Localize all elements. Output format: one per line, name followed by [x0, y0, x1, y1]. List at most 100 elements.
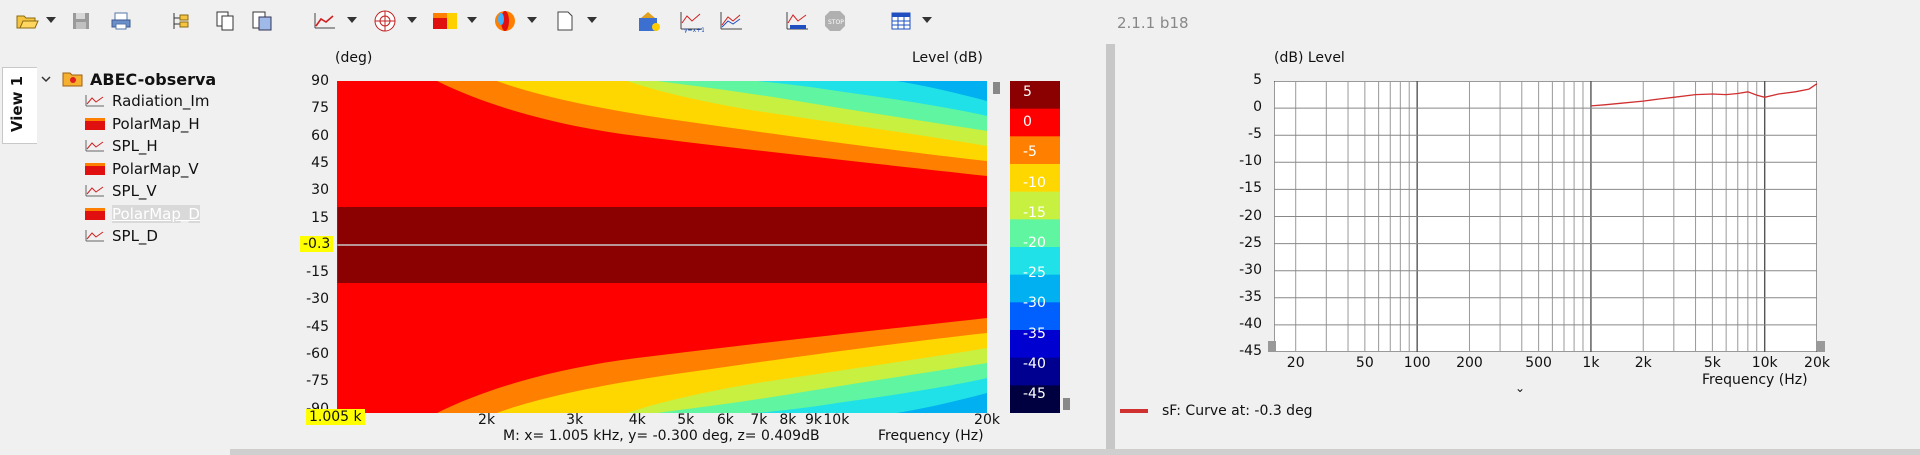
- colorbar-tick: -15: [1023, 204, 1046, 221]
- response-y-tick: -45: [1239, 343, 1262, 359]
- response-x-tick: 2k: [1634, 355, 1652, 371]
- response-x-tick: 50: [1355, 355, 1374, 371]
- colorbar-tick: 0: [1023, 114, 1032, 131]
- colorbar-tick: -10: [1023, 174, 1046, 191]
- tree-item[interactable]: PolarMap_D: [85, 203, 200, 225]
- polar-icon[interactable]: [372, 8, 398, 34]
- polar-y-tick: 75: [311, 100, 329, 117]
- response-x-tick: 20: [1286, 355, 1305, 371]
- balloon-dropdown-icon[interactable]: [527, 17, 537, 23]
- polar-x-tick: 2k: [478, 412, 496, 428]
- graph-dropdown-icon[interactable]: [347, 17, 357, 23]
- polar-y-tick: 30: [311, 182, 329, 199]
- response-left-handle[interactable]: [1268, 341, 1276, 352]
- colorbar-top-handle[interactable]: [993, 82, 1000, 94]
- colorbar-bottom-handle[interactable]: [1063, 398, 1070, 410]
- copy-icon[interactable]: [212, 8, 238, 34]
- graph-calc-icon[interactable]: [784, 8, 810, 34]
- tree-item-label: SPL_V: [112, 182, 157, 200]
- colorbar-tick: -20: [1023, 235, 1046, 251]
- colorbar-segment: [1010, 108, 1060, 137]
- print-icon[interactable]: [108, 8, 134, 34]
- polar-x-tick: 20k: [974, 412, 1000, 428]
- tree-item[interactable]: PolarMap_V: [85, 158, 199, 180]
- polar-map-panel: (deg) Level (dB) 90 75 60 45 30 15 -15 -30 -45 -6…: [290, 46, 1100, 446]
- tree-item-label: SPL_D: [112, 227, 158, 245]
- polarmap-icon[interactable]: [432, 8, 458, 34]
- polar-x-tick: 4k: [628, 412, 646, 428]
- open-icon[interactable]: [14, 8, 40, 34]
- page-dropdown-icon[interactable]: [587, 17, 597, 23]
- tree-item[interactable]: PolarMap_H: [85, 113, 200, 135]
- marker-y-value: -0.3: [300, 236, 334, 252]
- tree-root[interactable]: ABEC-observa: [40, 68, 216, 90]
- x-axis-label: Frequency (Hz): [878, 428, 984, 444]
- colorbar-tick: -5: [1023, 144, 1037, 161]
- tree-item[interactable]: Radiation_Im: [85, 90, 209, 112]
- chevron-down-icon[interactable]: [40, 73, 52, 85]
- response-y-tick: -5: [1248, 126, 1262, 143]
- svg-text:y=x+1: y=x+1: [684, 27, 704, 33]
- tab-view-1[interactable]: View 1: [2, 67, 37, 144]
- tree-root-label: ABEC-observa: [90, 69, 217, 89]
- toolbar: y=x+1 STOP 2.1.1 b18: [0, 0, 1920, 44]
- tree-item[interactable]: SPL_H: [85, 135, 158, 157]
- response-x-tick: 200: [1456, 355, 1483, 371]
- graph-icon[interactable]: [312, 8, 338, 34]
- response-graph[interactable]: [1274, 81, 1817, 352]
- panel-splitter[interactable]: [1106, 44, 1115, 455]
- tree-item[interactable]: SPL_D: [85, 225, 158, 247]
- polar-y-tick: -15: [306, 264, 329, 281]
- legend-text: sF: Curve at: -0.3 deg: [1162, 403, 1313, 419]
- page-icon[interactable]: [552, 8, 578, 34]
- horizontal-scrollbar[interactable]: [230, 449, 1920, 455]
- polar-dropdown-icon[interactable]: [407, 17, 417, 23]
- polarmap-icon: [85, 162, 105, 175]
- tree-icon[interactable]: [168, 8, 194, 34]
- copy-special-icon[interactable]: [249, 8, 275, 34]
- open-dropdown-icon[interactable]: [46, 17, 56, 23]
- polarmap-icon: [85, 207, 105, 220]
- colorbar-tick: -45: [1023, 386, 1046, 402]
- polar-x-tick: 10k: [823, 412, 850, 428]
- save-icon[interactable]: [68, 8, 94, 34]
- response-y-tick: -25: [1239, 234, 1262, 251]
- response-x-tick: 20k: [1804, 355, 1830, 371]
- svg-text:STOP: STOP: [828, 19, 844, 26]
- response-x-tick: 10k: [1751, 355, 1778, 371]
- polar-y-tick: 15: [311, 209, 329, 226]
- multi-graph-icon[interactable]: [718, 8, 744, 34]
- response-x-tick: 1k: [1582, 355, 1600, 371]
- run-icon[interactable]: [636, 8, 662, 34]
- grid-icon[interactable]: [888, 8, 914, 34]
- polarmap-dropdown-icon[interactable]: [467, 17, 477, 23]
- marker-x-value: 1.005 k: [306, 409, 365, 425]
- legend-swatch: [1120, 409, 1148, 413]
- response-x-tick: 5k: [1703, 355, 1721, 371]
- folder-icon: [62, 72, 83, 87]
- polar-y-tick: -60: [306, 346, 329, 362]
- response-y-tick: -20: [1239, 207, 1262, 224]
- response-panel: (dB) Level 5 0 -5 -10 -15 -20 -25 -30 -35 -40 -45 …: [1120, 46, 1920, 446]
- tab-view-1-label: View 1: [8, 75, 27, 133]
- graph-icon: [85, 185, 104, 197]
- colorbar-tick: -35: [1023, 325, 1046, 342]
- response-y-tick: -40: [1239, 315, 1262, 332]
- version-label: 2.1.1 b18: [1117, 14, 1189, 32]
- balloon-icon[interactable]: [492, 8, 518, 34]
- tree-item-label: PolarMap_V: [112, 159, 199, 178]
- chevron-down-icon[interactable]: ⌄: [1515, 381, 1525, 395]
- response-right-handle[interactable]: [1817, 341, 1825, 352]
- tree-item[interactable]: SPL_V: [85, 180, 157, 202]
- tree-item-label: PolarMap_H: [112, 114, 200, 133]
- colorbar-segment: [1010, 81, 1060, 110]
- polarmap-icon: [85, 117, 105, 130]
- xy-graph-icon[interactable]: y=x+1: [678, 8, 704, 34]
- polar-y-tick: 60: [311, 127, 329, 144]
- grid-dropdown-icon[interactable]: [922, 17, 932, 23]
- polar-map[interactable]: [337, 81, 987, 413]
- stop-icon[interactable]: STOP: [822, 8, 848, 34]
- tree-item-label: Radiation_Im: [112, 92, 210, 110]
- colorbar-tick: -40: [1023, 355, 1046, 372]
- response-y-tick: -15: [1239, 180, 1262, 197]
